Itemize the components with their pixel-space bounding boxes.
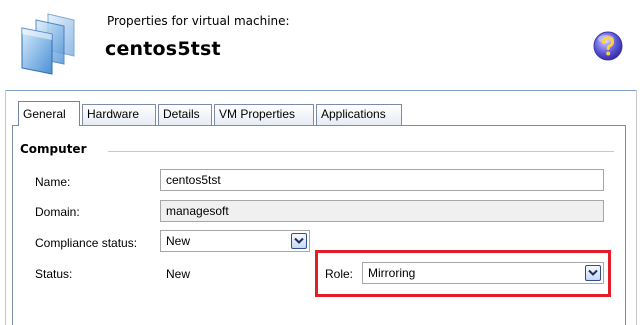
chevron-down-icon[interactable] <box>585 265 601 281</box>
tab-hardware[interactable]: Hardware <box>82 104 156 125</box>
virtual-machine-icon <box>12 10 86 80</box>
compliance-status-label: Compliance status: <box>35 236 138 250</box>
role-select[interactable]: Mirroring <box>362 262 604 284</box>
tab-details[interactable]: Details <box>158 104 212 125</box>
name-field[interactable]: centos5tst <box>160 169 604 191</box>
tab-applications[interactable]: Applications <box>316 104 402 125</box>
domain-field: managesoft <box>160 200 604 222</box>
chevron-down-icon[interactable] <box>291 233 307 249</box>
compliance-status-select[interactable]: New <box>160 230 310 252</box>
general-tab-panel <box>12 125 626 325</box>
status-value: New <box>166 267 191 281</box>
name-label: Name: <box>35 175 71 189</box>
header-separator <box>6 90 636 91</box>
group-divider <box>108 151 614 152</box>
domain-label: Domain: <box>35 205 80 219</box>
role-label: Role: <box>325 267 354 281</box>
tab-vm-properties[interactable]: VM Properties <box>214 104 314 125</box>
tab-general[interactable]: General <box>18 101 80 126</box>
header-subtitle: Properties for virtual machine: <box>107 14 290 28</box>
computer-group-title: Computer <box>20 142 87 156</box>
vm-name-title: centos5tst <box>105 38 221 60</box>
status-label: Status: <box>35 267 73 281</box>
dialog-header: Properties for virtual machine: centos5t… <box>0 0 642 90</box>
role-value: Mirroring <box>368 266 416 280</box>
help-icon[interactable] <box>592 30 624 62</box>
compliance-status-value: New <box>166 234 191 248</box>
